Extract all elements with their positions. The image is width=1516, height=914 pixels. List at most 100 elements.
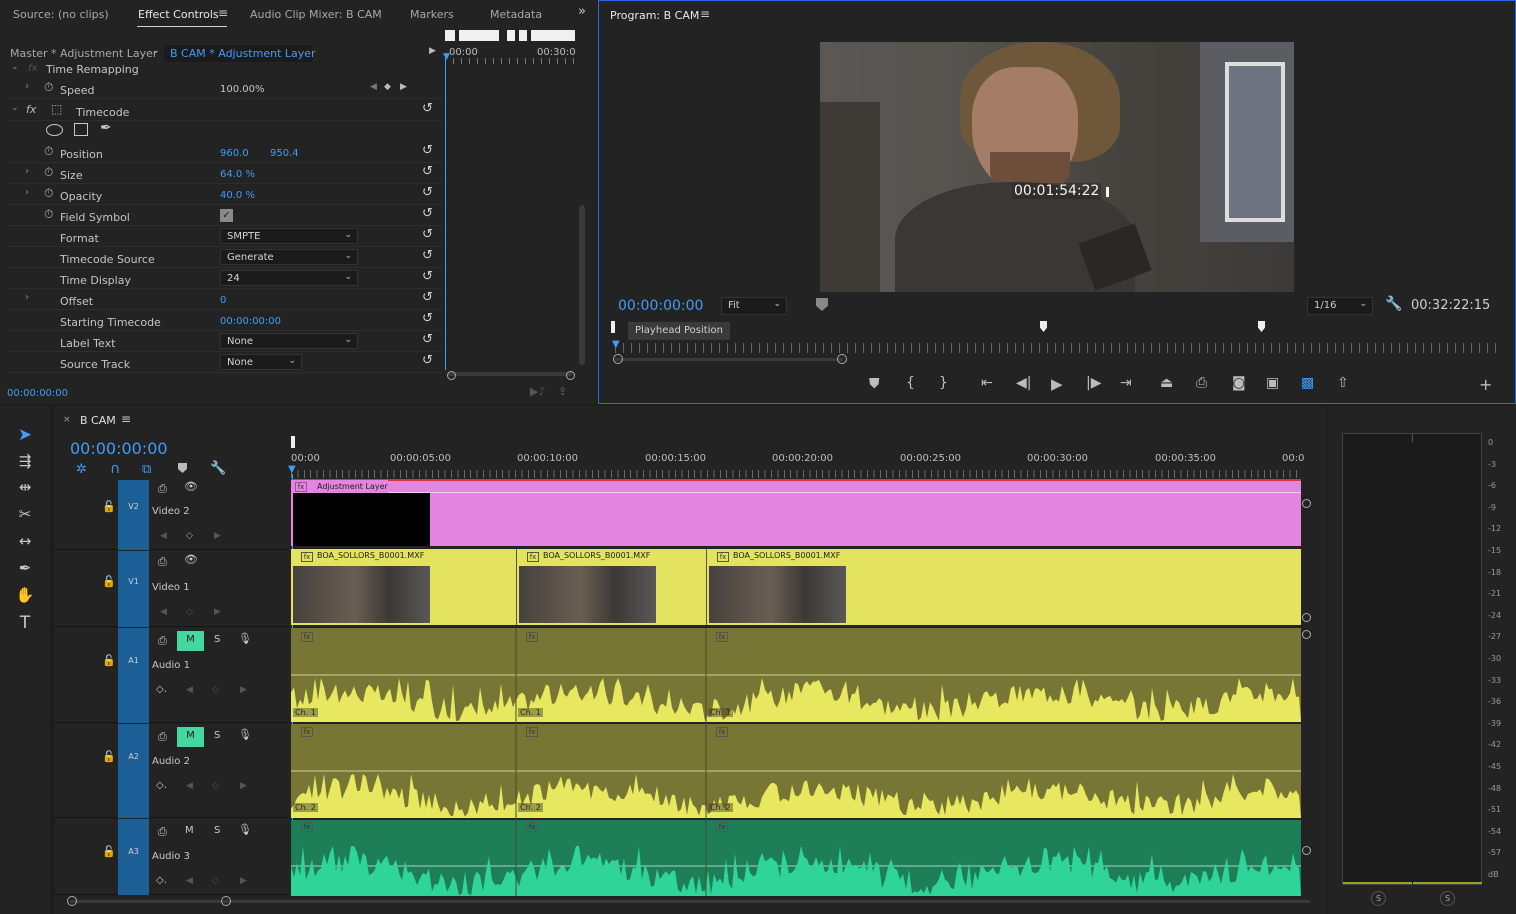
chevron-right-icon[interactable]: › [25, 166, 29, 177]
step-forward-icon[interactable]: |▶ [1086, 375, 1101, 391]
program-zoom-bar[interactable] [615, 358, 843, 361]
zoom-fit-dropdown[interactable]: Fit ⌄ [721, 297, 787, 315]
label-text-dropdown[interactable]: None ⌄ [220, 333, 358, 349]
tab-audio-clip-mixer[interactable]: Audio Clip Mixer: B CAM [250, 8, 382, 21]
ripple-edit-tool-icon[interactable]: ⇹ [14, 478, 36, 500]
sequence-clip-label[interactable]: B CAM * Adjustment Layer [170, 47, 316, 60]
transform-icon[interactable]: ⬚ [51, 102, 62, 116]
prev-keyframe-icon[interactable]: ◀ [186, 685, 193, 695]
solo-button[interactable]: S [214, 730, 220, 741]
reset-icon[interactable]: ↺ [422, 185, 433, 200]
eye-icon[interactable]: 👁 [184, 480, 198, 493]
sync-lock-icon[interactable]: ⎙ [158, 634, 167, 648]
track-select-tool-icon[interactable]: ⇶ [14, 452, 36, 474]
lock-icon[interactable]: 🔓 [102, 575, 116, 588]
lock-icon[interactable]: 🔓 [102, 845, 116, 858]
marker-2[interactable] [1258, 321, 1265, 332]
reset-icon[interactable]: ↺ [422, 206, 433, 221]
solo-right-button[interactable]: S [1440, 891, 1455, 906]
wrench-icon[interactable]: 🔧 [1385, 296, 1402, 312]
program-current-timecode[interactable]: 00:00:00:00 [618, 298, 703, 314]
prev-keyframe-icon[interactable]: ◀ [186, 876, 193, 886]
toggle-proxies-icon[interactable]: ▩ [1301, 375, 1314, 391]
speed-value[interactable]: 100.00% [220, 84, 265, 95]
position-x[interactable]: 960.0 [220, 148, 249, 159]
prev-keyframe-icon[interactable]: ◀ [370, 82, 377, 92]
reset-icon[interactable]: ↺ [422, 227, 433, 242]
in-point-marker[interactable] [611, 321, 615, 333]
sequence-tab[interactable]: B CAM [80, 414, 116, 427]
volume-keyframe-icon[interactable]: ◇. [156, 780, 167, 791]
add-keyframe-icon[interactable]: ◆ [384, 82, 391, 92]
keyframe-icon[interactable]: ◇ [186, 531, 193, 541]
more-tabs-icon[interactable]: » [578, 4, 586, 19]
stopwatch-icon[interactable]: ⏱ [44, 207, 53, 222]
reset-icon[interactable]: ↺ [422, 101, 433, 116]
in-point-marker[interactable] [291, 436, 295, 448]
linked-selection-icon[interactable]: ⧉ [142, 462, 151, 477]
adjustment-layer-clip[interactable]: Adjustment Layer fx [291, 479, 1301, 546]
step-back-icon[interactable]: ◀| [1016, 375, 1031, 391]
razor-tool-icon[interactable]: ✂ [14, 505, 36, 527]
opacity-value[interactable]: 40.0 % [220, 190, 255, 201]
track-name-a1[interactable]: Audio 1 [152, 660, 190, 671]
tab-markers[interactable]: Markers [410, 8, 454, 21]
field-symbol-checkbox[interactable]: ✓ [220, 209, 233, 222]
chevron-down-icon[interactable]: ⌄ [11, 62, 19, 72]
solo-button[interactable]: S [214, 825, 220, 836]
track-target-v2[interactable]: V2 [118, 480, 149, 550]
program-title[interactable]: Program: B CAM [610, 9, 699, 22]
next-keyframe-icon[interactable]: ▶ [214, 531, 221, 541]
keyframe-icon[interactable]: ◇ [212, 685, 219, 695]
timecode-source-dropdown[interactable]: Generate ⌄ [220, 249, 358, 265]
next-keyframe-icon[interactable]: ▶ [214, 607, 221, 617]
volume-keyframe-icon[interactable]: ◇. [156, 684, 167, 695]
panel-menu-icon[interactable]: ≡ [700, 7, 710, 21]
reset-icon[interactable]: ↺ [422, 164, 433, 179]
rectangle-mask-icon[interactable] [74, 123, 88, 136]
video-clip-2[interactable]: BOA_SOLLORS_B0001.MXF fx [516, 549, 706, 625]
resolution-dropdown[interactable]: 1/16 ⌄ [1307, 297, 1373, 315]
keyframe-icon[interactable]: ◇ [212, 876, 219, 886]
sync-lock-icon[interactable]: ⎙ [158, 825, 167, 839]
marker-1[interactable] [1040, 321, 1047, 332]
tab-metadata[interactable]: Metadata [490, 8, 542, 21]
panel-menu-icon[interactable]: ≡ [218, 6, 228, 20]
lock-icon[interactable]: 🔓 [102, 654, 116, 667]
track-scroll-handle[interactable] [1302, 846, 1311, 855]
position-y[interactable]: 950.4 [270, 148, 299, 159]
vertical-scrollbar[interactable] [579, 205, 585, 365]
hand-tool-icon[interactable]: ✋ [14, 586, 36, 608]
mark-in-icon[interactable]: { [906, 375, 915, 391]
track-name-v1[interactable]: Video 1 [152, 582, 190, 593]
prev-keyframe-icon[interactable]: ◀ [160, 607, 167, 617]
zoom-handle-left[interactable] [613, 354, 623, 364]
export-icon[interactable]: ⇪ [558, 385, 567, 398]
size-value[interactable]: 64.0 % [220, 169, 255, 180]
video-clip-1[interactable]: BOA_SOLLORS_B0001.MXF fx [291, 549, 516, 625]
chevron-down-icon[interactable]: ⌄ [152, 46, 160, 56]
extract-icon[interactable]: ⎙ [1196, 375, 1207, 391]
program-ruler[interactable] [615, 343, 1501, 353]
wrench-icon[interactable]: 🔧 [210, 461, 226, 476]
video-clip-3[interactable]: BOA_SOLLORS_B0001.MXF fx [706, 549, 1301, 625]
track-name-a2[interactable]: Audio 2 [152, 756, 190, 767]
stopwatch-icon[interactable]: ⏱ [44, 186, 53, 201]
track-target-v1[interactable]: V1 [118, 551, 149, 627]
reset-icon[interactable]: ↺ [422, 143, 433, 158]
ellipse-mask-icon[interactable] [46, 124, 63, 136]
type-tool-icon[interactable]: T [14, 613, 36, 635]
keyframe-icon[interactable]: ◇ [186, 607, 193, 617]
video-frame[interactable]: 00:01:54:22 [820, 42, 1294, 292]
reset-icon[interactable]: ↺ [422, 353, 433, 368]
horizontal-scrollbar[interactable] [448, 372, 572, 376]
timeline-horizontal-scrollbar[interactable] [70, 900, 1310, 903]
timeline-timecode[interactable]: 00:00:00:00 [70, 439, 168, 458]
add-button-icon[interactable]: + [1479, 375, 1492, 394]
reset-icon[interactable]: ↺ [422, 332, 433, 347]
starting-timecode-value[interactable]: 00:00:00:00 [220, 316, 281, 327]
sync-lock-icon[interactable]: ⎙ [158, 730, 167, 744]
program-playhead[interactable]: ▼ [612, 339, 620, 350]
sync-lock-icon[interactable]: ⎙ [158, 482, 167, 496]
camera-icon[interactable]: ◙ [1232, 375, 1246, 391]
